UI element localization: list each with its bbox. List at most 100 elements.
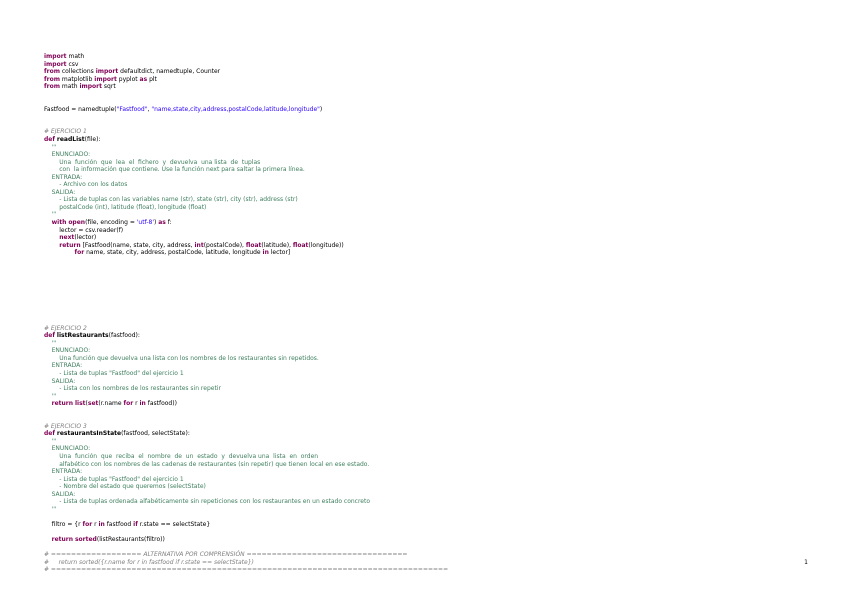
code-token: fastfood	[104, 520, 134, 528]
code-line: SALIDA:	[44, 491, 824, 499]
code-token: [Fastfood(name, state, city, address,	[80, 241, 195, 249]
code-token: # ======================================…	[44, 566, 449, 574]
code-token: '''	[44, 339, 57, 347]
code-token: (file, encoding =	[85, 219, 137, 227]
code-token: for	[74, 249, 85, 257]
code-line: Una función que devuelva una lista con l…	[44, 355, 824, 363]
code-token: def	[44, 430, 55, 438]
code-token: matplotlib	[59, 75, 95, 83]
code-token: - Lista con los nombres de los restauran…	[44, 385, 221, 393]
code-token: ENTRADA:	[44, 468, 83, 476]
code-token: )	[319, 105, 323, 113]
code-token: # EJERCICIO 3	[44, 422, 87, 430]
code-token: defaultdict, namedtuple, Counter	[118, 68, 221, 76]
code-line: # ======================================…	[44, 566, 824, 574]
code-token: SALIDA:	[44, 188, 76, 196]
code-token: '''	[44, 437, 57, 445]
code-line: import math	[44, 53, 824, 61]
code-token: from	[44, 83, 60, 91]
code-token: (fastfood, selectState):	[121, 430, 190, 438]
code-line: - Lista de tuplas con las variables name…	[44, 196, 824, 204]
code-line: ENUNCIADO:	[44, 445, 824, 453]
code-token: int	[194, 241, 204, 249]
code-token: open	[68, 219, 86, 227]
code-line: con la información que contiene. Use la …	[44, 166, 824, 174]
code-token: 'utf-8'	[136, 219, 154, 227]
code-token: '''	[44, 505, 57, 513]
code-line: # EJERCICIO 3	[44, 423, 824, 431]
code-token: import	[95, 68, 119, 76]
code-line: '''	[44, 393, 824, 401]
code-line: filtro = {r for r in fastfood if r.state…	[44, 521, 824, 529]
code-line: - Archivo con los datos	[44, 181, 824, 189]
code-line: for name, state, city, address, postalCo…	[44, 249, 824, 257]
code-token: return	[59, 241, 81, 249]
code-line: def restaurantsInState(fastfood, selectS…	[44, 430, 824, 438]
code-token: import	[94, 75, 117, 83]
code-token: def	[44, 136, 55, 144]
code-line: SALIDA:	[44, 189, 824, 197]
code-token: readList	[56, 136, 85, 144]
code-line: lector = csv.reader(f)	[44, 227, 824, 235]
code-token: return	[51, 536, 74, 543]
code-token: ENUNCIADO:	[44, 445, 91, 453]
code-token: (r.name	[98, 400, 124, 408]
code-line: - Nombre del estado que queremos (select…	[44, 483, 824, 491]
code-token: list	[74, 400, 86, 408]
code-line: ENTRADA:	[44, 174, 824, 182]
code-line: return sorted(listRestaurants(filtro))	[44, 536, 824, 544]
code-token: float	[292, 241, 309, 249]
code-line: Una función que reciba el nombre de un e…	[44, 453, 824, 461]
code-line: return list(set(r.name for r in fastfood…	[44, 400, 824, 408]
code-token: lector = csv.reader(f)	[44, 226, 124, 234]
code-line: SALIDA:	[44, 378, 824, 386]
code-line: Fastfood = namedtuple("Fastfood", "name,…	[44, 106, 824, 114]
code-line: from matplotlib import pyplot as plt	[44, 76, 824, 84]
code-token: Una función que reciba el nombre de un e…	[44, 452, 319, 460]
code-line: Una función que lea el fichero y devuelv…	[44, 159, 824, 167]
code-token: math	[59, 83, 80, 91]
code-token: (listRestaurants(filtro))	[96, 536, 165, 543]
code-token: with	[51, 219, 67, 227]
code-token: # ================== ALTERNATIVA POR COM…	[44, 551, 408, 559]
code-token: (latitude),	[261, 241, 293, 249]
code-token: sqrt	[102, 83, 116, 91]
code-line: - Lista de tuplas "Fastfood" del ejercic…	[44, 476, 824, 484]
code-line: # EJERCICIO 1	[44, 128, 824, 136]
code-line: - Lista con los nombres de los restauran…	[44, 385, 824, 393]
code-token: listRestaurants	[56, 332, 109, 340]
code-token: filtro = {r	[44, 520, 83, 528]
code-token: ENTRADA:	[44, 362, 83, 370]
code-token: Una función que devuelva una lista con l…	[44, 354, 319, 362]
code-token: "name,state,city,address,postalCode,lati…	[151, 105, 320, 113]
code-line: alfabético con los nombres de las cadena…	[44, 461, 824, 469]
code-token: return	[51, 400, 74, 408]
code-token: for	[82, 520, 93, 528]
code-token: "Fastfood"	[116, 105, 148, 113]
code-line: '''	[44, 144, 824, 152]
code-token: (longitude))	[308, 241, 344, 249]
code-token: '''	[44, 392, 57, 400]
code-line: - Lista de tuplas "Fastfood" del ejercic…	[44, 370, 824, 378]
code-token: alfabético con los nombres de las cadena…	[44, 460, 370, 468]
document-page: import math import csv from collections im…	[0, 0, 848, 600]
code-token: math	[66, 53, 85, 60]
code-token: ENTRADA:	[44, 173, 83, 181]
code-token: def	[44, 332, 55, 340]
code-line: ENUNCIADO:	[44, 151, 824, 159]
code-line: postalCode (int), latitude (float), long…	[44, 204, 824, 212]
code-token: - Nombre del estado que queremos (select…	[44, 483, 206, 491]
code-token: (fastfood):	[108, 332, 140, 340]
